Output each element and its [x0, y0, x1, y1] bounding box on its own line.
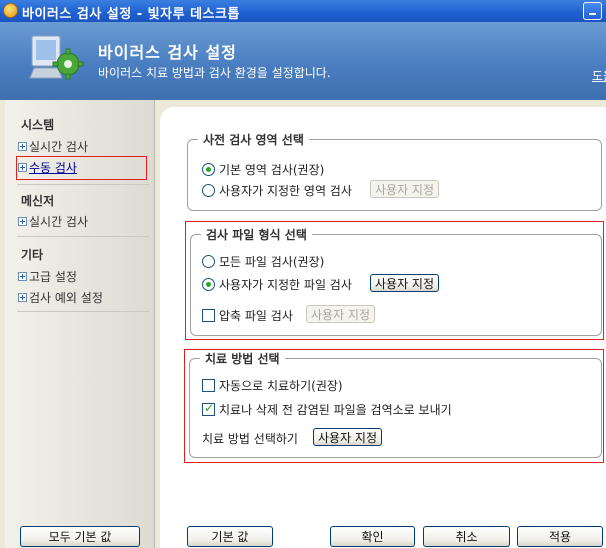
minimize-button[interactable] [583, 2, 602, 20]
app-icon [3, 3, 18, 18]
radio-selected-icon[interactable] [202, 278, 215, 291]
quarantine-label: 치료나 삭제 전 감염된 파일을 검역소로 보내기 [219, 403, 452, 417]
sidebar-divider [17, 184, 149, 185]
sidebar: 시스템 실시간 검사 수동 검사 메신저 실시간 검사 기타 고급 설정 검사 … [5, 100, 155, 548]
file-type-custom-button[interactable]: 사용자 지정 [370, 274, 440, 292]
default-button[interactable]: 기본 값 [187, 526, 273, 547]
scan-area-custom-option[interactable]: 사용자가 지정한 영역 검사 [202, 182, 352, 199]
header-subtitle: 바이러스 치료 방법과 검사 환경을 설정합니다. [98, 66, 331, 80]
window-titlebar[interactable]: 바이러스 검사 설정 - 빛자루 데스크톱 [0, 0, 606, 22]
scan-area-title: 사전 검사 영역 선택 [198, 131, 309, 148]
reset-all-button[interactable]: 모두 기본 값 [20, 526, 140, 547]
scan-area-default-label: 기본 영역 검사(권장) [219, 163, 325, 177]
sidebar-item-label: 실시간 검사 [29, 215, 89, 229]
auto-treat-label: 자동으로 치료하기(권장) [219, 379, 343, 393]
expand-icon [18, 217, 27, 226]
expand-icon [18, 142, 27, 151]
file-type-all-option[interactable]: 모든 파일 검사(권장) [202, 253, 324, 270]
treatment-method-row: 치료 방법 선택하기 [202, 430, 298, 447]
sidebar-item-label: 검사 예외 설정 [29, 291, 103, 305]
treatment-method-label: 치료 방법 선택하기 [202, 432, 298, 446]
scan-area-custom-label: 사용자가 지정한 영역 검사 [219, 184, 352, 198]
scan-area-default-option[interactable]: 기본 영역 검사(권장) [202, 161, 324, 178]
quarantine-option[interactable]: 치료나 삭제 전 감염된 파일을 검역소로 보내기 [202, 401, 452, 418]
apply-button[interactable]: 적용 [517, 526, 603, 547]
monitor-gear-icon [29, 35, 84, 80]
auto-treat-option[interactable]: 자동으로 치료하기(권장) [202, 377, 343, 394]
file-type-all-label: 모든 파일 검사(권장) [219, 255, 325, 269]
sidebar-group-etc: 기타 [21, 248, 44, 262]
sidebar-divider [17, 236, 149, 237]
sidebar-divider [17, 311, 149, 312]
expand-icon [18, 272, 27, 281]
sidebar-item-system-realtime-scan[interactable]: 실시간 검사 [18, 138, 88, 155]
file-type-custom-option[interactable]: 사용자가 지정한 파일 검사 [202, 276, 352, 293]
active-item-highlight [16, 156, 147, 180]
checkbox-icon[interactable] [202, 309, 215, 322]
header-banner: 바이러스 검사 설정 바이러스 치료 방법과 검사 환경을 설정합니다. 도움말 [0, 22, 606, 100]
cancel-button[interactable]: 취소 [423, 526, 510, 547]
main-panel: 사전 검사 영역 선택 기본 영역 검사(권장) 사용자가 지정한 영역 검사 … [160, 107, 606, 548]
help-link[interactable]: 도움말 [592, 67, 606, 84]
radio-selected-icon[interactable] [202, 163, 215, 176]
sidebar-group-system: 시스템 [21, 118, 55, 132]
file-type-title: 검사 파일 형식 선택 [201, 226, 312, 243]
expand-icon [18, 293, 27, 302]
checkbox-checked-icon[interactable] [202, 401, 215, 416]
radio-icon[interactable] [202, 184, 215, 197]
sidebar-item-label: 고급 설정 [29, 270, 77, 284]
ok-button[interactable]: 확인 [330, 526, 415, 547]
sidebar-item-advanced-settings[interactable]: 고급 설정 [18, 268, 77, 285]
compressed-file-label: 압축 파일 검사 [219, 309, 293, 323]
sidebar-item-scan-exclusions[interactable]: 검사 예외 설정 [18, 289, 103, 306]
compressed-file-option[interactable]: 압축 파일 검사 [202, 307, 293, 324]
compressed-custom-button[interactable]: 사용자 지정 [306, 305, 376, 323]
window-title: 바이러스 검사 설정 - 빛자루 데스크톱 [22, 7, 240, 22]
sidebar-item-label: 실시간 검사 [29, 140, 89, 154]
sidebar-group-messenger: 메신저 [21, 194, 55, 208]
radio-icon[interactable] [202, 255, 215, 268]
scan-area-custom-button[interactable]: 사용자 지정 [370, 180, 440, 198]
checkbox-icon[interactable] [202, 379, 215, 392]
sidebar-item-messenger-realtime-scan[interactable]: 실시간 검사 [18, 213, 88, 230]
treatment-custom-button[interactable]: 사용자 지정 [313, 428, 383, 446]
treatment-title: 치료 방법 선택 [200, 350, 285, 367]
header-title: 바이러스 검사 설정 [98, 43, 237, 62]
file-type-custom-label: 사용자가 지정한 파일 검사 [219, 278, 352, 292]
